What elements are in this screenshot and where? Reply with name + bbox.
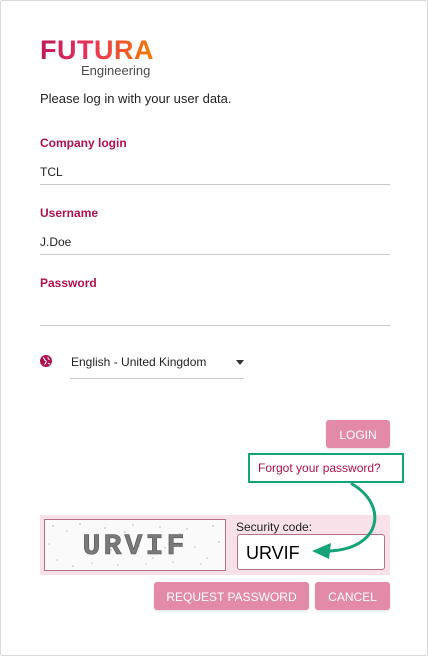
- captcha-image: URVIF: [44, 519, 226, 571]
- intro-text: Please log in with your user data.: [40, 91, 232, 106]
- username-label: Username: [40, 206, 99, 220]
- password-underline: [40, 325, 390, 326]
- captcha-panel: URVIF Security code:: [40, 515, 390, 575]
- language-dropdown[interactable]: English - United Kingdom: [70, 352, 244, 379]
- chevron-down-icon: [236, 360, 244, 365]
- request-password-button[interactable]: REQUEST PASSWORD: [154, 582, 309, 610]
- cancel-button[interactable]: CANCEL: [315, 582, 390, 610]
- forgot-highlight-box: Forgot your password?: [248, 453, 404, 483]
- username-field: Username: [40, 206, 390, 255]
- logo-wordmark: FUTURA: [40, 35, 154, 65]
- username-underline: [40, 254, 390, 255]
- captcha-noise: URVIF: [48, 523, 220, 567]
- security-code-input[interactable]: [237, 534, 385, 570]
- forgot-password-link[interactable]: Forgot your password?: [258, 461, 381, 475]
- futura-logo: FUTURA Engineering: [40, 35, 154, 78]
- password-label: Password: [40, 276, 97, 290]
- company-field: Company login: [40, 136, 390, 185]
- globe-icon: [40, 355, 52, 367]
- logo-subtitle: Engineering: [81, 63, 151, 78]
- captcha-text: URVIF: [82, 530, 187, 564]
- username-input[interactable]: [40, 232, 390, 252]
- password-input[interactable]: [40, 303, 390, 323]
- company-label: Company login: [40, 136, 127, 150]
- language-selected: English - United Kingdom: [71, 355, 207, 369]
- password-field: Password: [40, 276, 390, 326]
- company-input[interactable]: [40, 162, 390, 182]
- company-underline: [40, 184, 390, 185]
- security-code-label: Security code:: [236, 520, 313, 534]
- login-button[interactable]: LOGIN: [326, 420, 390, 448]
